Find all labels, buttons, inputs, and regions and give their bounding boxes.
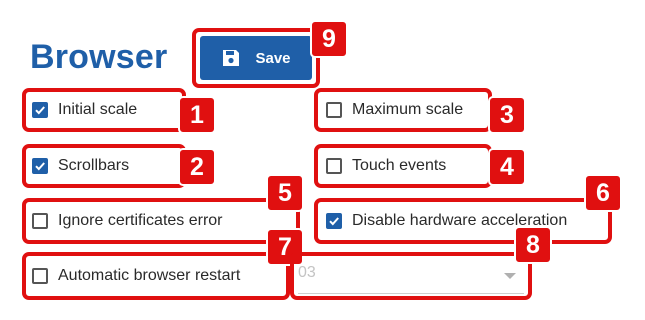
maximum-scale-label: Maximum scale	[352, 101, 464, 118]
automatic-browser-restart-checkbox[interactable]	[32, 268, 48, 284]
checkmark-icon	[329, 217, 339, 226]
automatic-browser-restart-label: Automatic browser restart	[58, 267, 241, 284]
restart-interval-select[interactable]: 03	[298, 260, 524, 294]
checkmark-icon	[35, 106, 45, 115]
ignore-certificates-checkbox[interactable]	[32, 213, 48, 229]
restart-interval-value: 03	[298, 264, 316, 281]
annotation-badge-9: 9	[310, 20, 348, 58]
save-button-label: Save	[255, 49, 291, 67]
option-maximum-scale[interactable]: Maximum scale	[326, 101, 463, 119]
annotation-badge-3: 3	[488, 96, 526, 134]
initial-scale-label: Initial scale	[58, 101, 138, 118]
page-title: Browser	[30, 38, 168, 76]
annotation-badge-8: 8	[514, 226, 552, 264]
option-automatic-browser-restart[interactable]: Automatic browser restart	[32, 267, 240, 285]
annotation-badge-4: 4	[488, 148, 526, 186]
option-ignore-certificates[interactable]: Ignore certificates error	[32, 212, 223, 230]
save-button[interactable]: Save	[200, 36, 312, 80]
disable-hardware-acceleration-checkbox[interactable]	[326, 213, 342, 229]
touch-events-checkbox[interactable]	[326, 158, 342, 174]
option-initial-scale[interactable]: Initial scale	[32, 101, 137, 119]
scrollbars-checkbox[interactable]	[32, 158, 48, 174]
maximum-scale-checkbox[interactable]	[326, 102, 342, 118]
touch-events-label: Touch events	[352, 157, 447, 174]
initial-scale-checkbox[interactable]	[32, 102, 48, 118]
scrollbars-label: Scrollbars	[58, 157, 130, 174]
option-touch-events[interactable]: Touch events	[326, 157, 446, 175]
annotation-badge-5: 5	[266, 174, 304, 212]
chevron-down-icon	[504, 273, 516, 279]
annotation-badge-1: 1	[178, 96, 216, 134]
checkmark-icon	[35, 162, 45, 171]
annotation-badge-2: 2	[178, 148, 216, 186]
ignore-certificates-label: Ignore certificates error	[58, 212, 223, 229]
annotation-badge-6: 6	[584, 174, 622, 212]
floppy-disk-icon	[221, 48, 241, 68]
option-scrollbars[interactable]: Scrollbars	[32, 157, 129, 175]
